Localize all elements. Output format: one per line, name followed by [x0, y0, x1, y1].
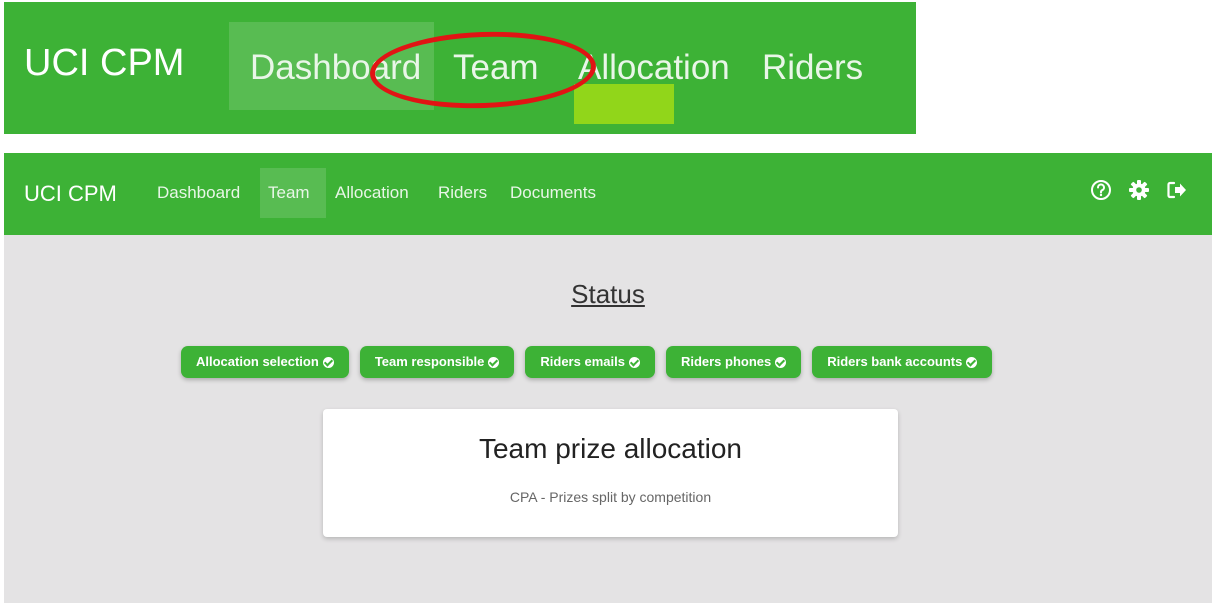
check-circle-icon — [628, 356, 640, 368]
nav-link-team[interactable]: Team — [268, 183, 310, 203]
brand-logo[interactable]: UCI CPM — [24, 181, 117, 207]
zoom-brand: UCI CPM — [24, 42, 185, 84]
app-window: UCI CPM Dashboard Team Allocation Riders… — [4, 153, 1212, 603]
zoom-link-allocation: Allocation — [578, 48, 730, 87]
status-pill-team-responsible[interactable]: Team responsible — [359, 346, 515, 378]
allocation-card[interactable]: Team prize allocation CPA - Prizes split… — [323, 409, 898, 537]
status-title: Status — [571, 279, 645, 309]
zoomed-navbar: UCI CPM Dashboard Team Allocation Riders — [4, 2, 916, 134]
lime-highlight — [574, 84, 674, 124]
status-pill-riders-phones[interactable]: Riders phones — [665, 346, 802, 378]
status-pills: Allocation selection Team responsible Ri… — [181, 346, 993, 378]
zoom-link-riders: Riders — [762, 48, 864, 87]
check-circle-icon — [966, 356, 978, 368]
check-circle-icon — [775, 356, 787, 368]
nav-link-documents[interactable]: Documents — [510, 183, 596, 203]
card-title: Team prize allocation — [478, 433, 743, 464]
pill-label: Riders phones — [680, 354, 772, 369]
nav-link-allocation[interactable]: Allocation — [335, 183, 409, 203]
logout-icon[interactable] — [1166, 179, 1188, 201]
pill-label: Allocation selection — [196, 354, 319, 369]
status-pill-riders-bank-accounts[interactable]: Riders bank accounts — [812, 346, 993, 378]
pill-label: Team responsible — [374, 354, 485, 369]
nav-icons — [1090, 179, 1188, 201]
nav-link-riders[interactable]: Riders — [438, 183, 487, 203]
check-circle-icon — [322, 356, 334, 368]
status-pill-riders-emails[interactable]: Riders emails — [525, 346, 655, 378]
pill-label: Riders bank accounts — [827, 354, 963, 369]
pill-label: Riders emails — [540, 354, 625, 369]
check-circle-icon — [488, 356, 500, 368]
help-icon[interactable] — [1090, 179, 1112, 201]
nav-link-dashboard[interactable]: Dashboard — [157, 183, 240, 203]
navbar: UCI CPM Dashboard Team Allocation Riders… — [4, 153, 1212, 235]
settings-icon[interactable] — [1128, 179, 1150, 201]
card-subtitle: CPA - Prizes split by competition — [509, 489, 712, 505]
status-pill-allocation-selection[interactable]: Allocation selection — [181, 346, 349, 378]
